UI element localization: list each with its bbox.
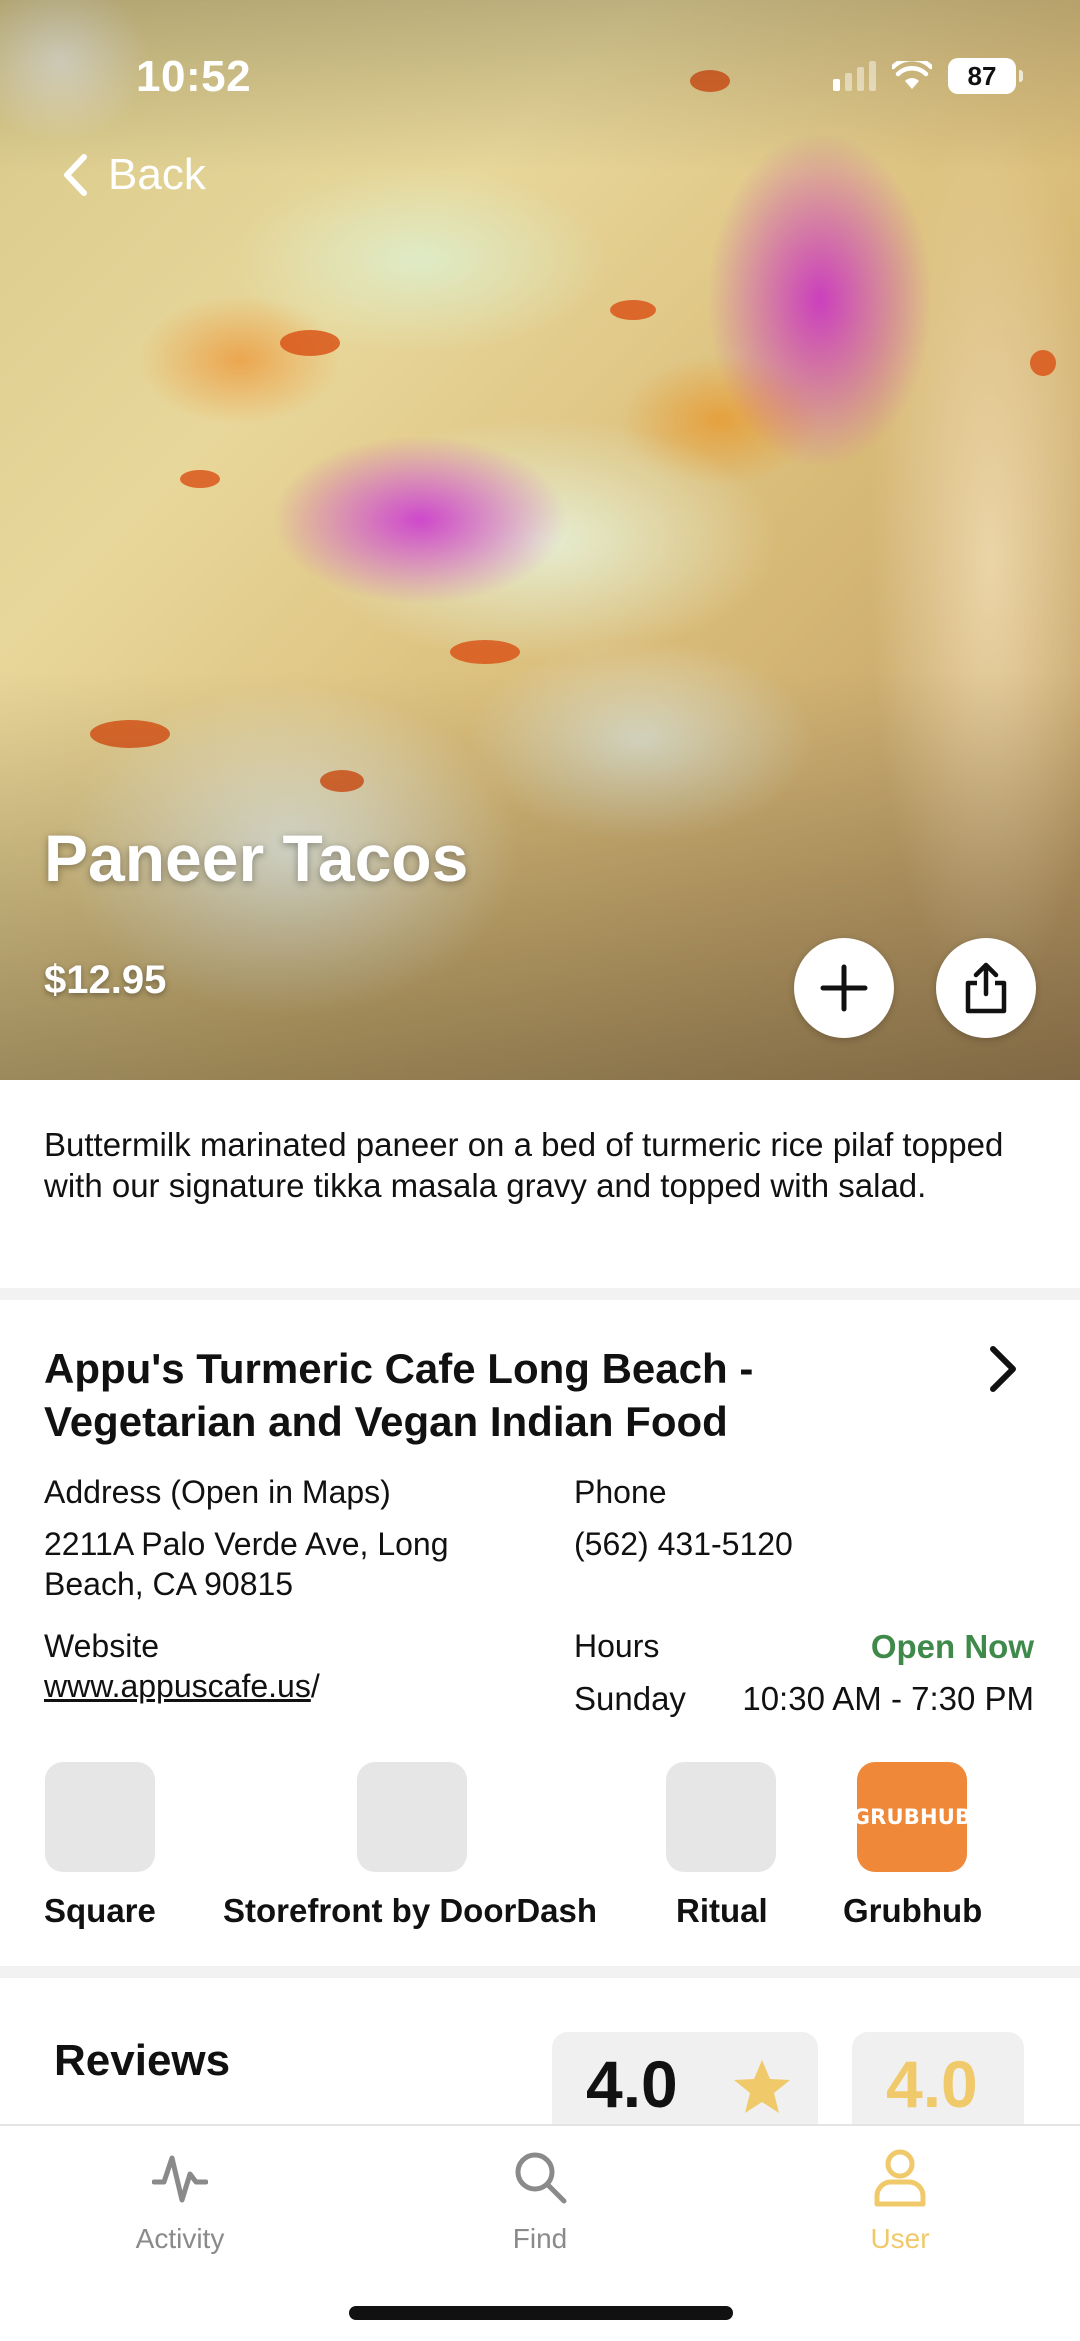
battery-indicator: 87 bbox=[948, 58, 1023, 94]
dish-description: Buttermilk marinated paneer on a bed of … bbox=[44, 1126, 1004, 1204]
restaurant-name[interactable]: Appu's Turmeric Cafe Long Beach - Vegeta… bbox=[44, 1342, 924, 1448]
rating-value: 4.0 bbox=[586, 2047, 678, 2121]
share-icon bbox=[965, 962, 1007, 1014]
reviews-heading: Reviews bbox=[54, 2036, 231, 2085]
tab-find-label: Find bbox=[512, 2223, 568, 2254]
grubhub-logo-text: GRUBHUB bbox=[852, 1805, 972, 1829]
chevron-right-icon[interactable] bbox=[985, 1344, 1021, 1394]
dish-price: $12.95 bbox=[44, 958, 167, 1002]
tab-find[interactable]: Find bbox=[440, 2148, 640, 2255]
rating-value-secondary: 4.0 bbox=[886, 2047, 978, 2121]
ritual-logo[interactable] bbox=[666, 1762, 776, 1872]
order-option-grubhub[interactable]: Grubhub bbox=[843, 1892, 982, 1930]
order-option-storefront[interactable]: Storefront by DoorDash bbox=[223, 1892, 597, 1930]
hours-time: 10:30 AM - 7:30 PM bbox=[742, 1680, 1034, 1717]
order-option-ritual[interactable]: Ritual bbox=[676, 1892, 768, 1930]
tab-user-label: User bbox=[870, 2223, 930, 2254]
plus-icon bbox=[820, 964, 868, 1012]
wifi-icon bbox=[892, 61, 932, 89]
section-divider bbox=[0, 1288, 1080, 1300]
grubhub-logo[interactable]: GRUBHUB bbox=[853, 1762, 971, 1872]
status-icons: 87 bbox=[833, 58, 1023, 94]
square-logo[interactable] bbox=[45, 1762, 155, 1872]
chevron-left-icon bbox=[64, 154, 87, 196]
hours-day: Sunday bbox=[574, 1680, 686, 1717]
storefront-doordash-logo[interactable] bbox=[357, 1762, 467, 1872]
tab-activity[interactable]: Activity bbox=[80, 2148, 280, 2255]
activity-icon bbox=[151, 2155, 209, 2203]
cellular-signal-icon bbox=[833, 61, 876, 91]
phone-label: Phone bbox=[574, 1474, 667, 1510]
phone-number[interactable]: (562) 431-5120 bbox=[574, 1524, 793, 1564]
dish-title: Paneer Tacos bbox=[44, 821, 469, 895]
website-link[interactable]: www.appuscafe.us/ bbox=[44, 1666, 320, 1706]
status-time: 10:52 bbox=[136, 52, 252, 101]
back-button[interactable]: Back bbox=[62, 150, 206, 200]
address-line-1[interactable]: 2211A Palo Verde Ave, Long bbox=[44, 1524, 449, 1564]
share-button[interactable] bbox=[936, 938, 1036, 1038]
tab-user[interactable]: User bbox=[800, 2148, 1000, 2255]
website-url[interactable]: www.appuscafe.us bbox=[44, 1668, 311, 1704]
order-option-square[interactable]: Square bbox=[44, 1892, 156, 1930]
home-indicator[interactable] bbox=[349, 2306, 733, 2320]
star-icon bbox=[734, 2060, 790, 2113]
search-icon bbox=[515, 2152, 567, 2204]
website-label: Website bbox=[44, 1628, 160, 1664]
back-label: Back bbox=[108, 150, 206, 199]
address-label[interactable]: Address (Open in Maps) bbox=[44, 1474, 391, 1511]
address-line-2[interactable]: Beach, CA 90815 bbox=[44, 1564, 293, 1604]
user-icon bbox=[874, 2149, 926, 2207]
rating-box[interactable]: 4.0 bbox=[552, 2032, 818, 2132]
rating-box-secondary[interactable]: 4.0 bbox=[852, 2032, 1024, 2132]
tab-activity-label: Activity bbox=[135, 2223, 225, 2254]
section-divider bbox=[0, 1966, 1080, 1978]
open-status-badge: Open Now bbox=[870, 1628, 1034, 1665]
hours-label: Hours bbox=[574, 1628, 660, 1664]
website-url-tail: / bbox=[310, 1668, 320, 1704]
add-button[interactable] bbox=[794, 938, 894, 1038]
